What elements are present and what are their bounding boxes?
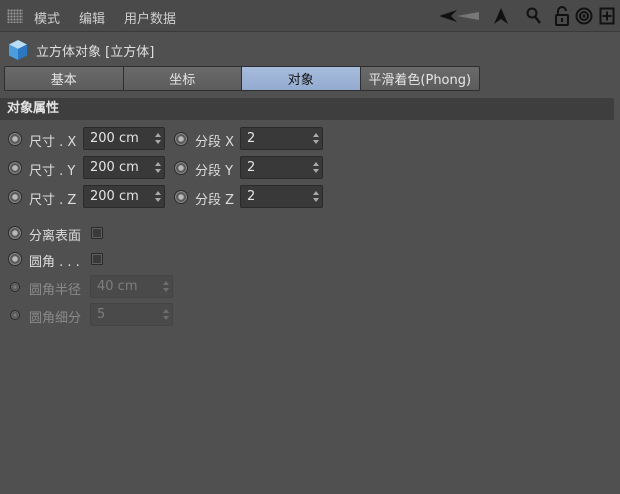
anim-toggle-segments-x[interactable] bbox=[174, 132, 188, 146]
fillet-checkbox[interactable] bbox=[91, 253, 103, 265]
object-header: 立方体对象 [立方体] bbox=[0, 37, 620, 63]
size-y-label: 尺寸 . Y bbox=[29, 164, 76, 179]
segments-z-input[interactable]: 2 bbox=[240, 185, 323, 208]
pointer-arrow-icon[interactable] bbox=[491, 6, 511, 26]
search-icon[interactable] bbox=[525, 6, 543, 26]
size-x-label: 尺寸 . X bbox=[29, 135, 77, 150]
tab-basic[interactable]: 基本 bbox=[5, 67, 124, 90]
anim-toggle-size-x[interactable] bbox=[8, 132, 22, 146]
size-z-value: 200 cm bbox=[90, 189, 139, 204]
separate-surfaces-checkbox[interactable] bbox=[91, 227, 103, 239]
tab-coordinates[interactable]: 坐标 bbox=[123, 67, 242, 90]
separate-surfaces-label: 分离表面 bbox=[29, 229, 82, 244]
segments-x-value: 2 bbox=[247, 131, 256, 146]
anim-toggle-size-z[interactable] bbox=[8, 190, 22, 204]
anim-toggle-segments-y[interactable] bbox=[174, 161, 188, 175]
fillet-subdivision-label: 圆角细分 bbox=[29, 311, 82, 326]
fillet-subdivision-input: 5 bbox=[90, 303, 173, 326]
anim-toggle-fillet-subdivision bbox=[10, 310, 20, 320]
tab-phong-shading[interactable]: 平滑着色(Phong) bbox=[360, 67, 479, 90]
stepper-icon[interactable] bbox=[313, 162, 319, 173]
attribute-tabs: 基本 坐标 对象 平滑着色(Phong) bbox=[4, 66, 480, 91]
stepper-icon[interactable] bbox=[155, 133, 161, 144]
size-z-label: 尺寸 . Z bbox=[29, 193, 77, 208]
size-x-input[interactable]: 200 cm bbox=[83, 127, 165, 150]
add-panel-icon[interactable] bbox=[598, 6, 616, 26]
target-icon[interactable] bbox=[574, 6, 594, 26]
fillet-radius-label: 圆角半径 bbox=[29, 283, 82, 298]
stepper-icon[interactable] bbox=[313, 133, 319, 144]
cube-icon bbox=[7, 39, 29, 61]
stepper-icon[interactable] bbox=[155, 162, 161, 173]
menu-user-data[interactable]: 用户数据 bbox=[124, 8, 176, 27]
object-title: 立方体对象 [立方体] bbox=[36, 45, 155, 60]
fillet-radius-input: 40 cm bbox=[90, 275, 173, 298]
fillet-radius-value: 40 cm bbox=[97, 279, 138, 294]
segments-z-value: 2 bbox=[247, 189, 256, 204]
grip-handle-icon[interactable] bbox=[7, 9, 23, 23]
menu-mode[interactable]: 模式 bbox=[34, 8, 60, 27]
unlock-icon[interactable] bbox=[553, 6, 571, 26]
segments-y-input[interactable]: 2 bbox=[240, 156, 323, 179]
anim-toggle-separate-surfaces[interactable] bbox=[8, 226, 22, 240]
fillet-label: 圆角 . . . bbox=[29, 255, 80, 270]
anim-toggle-fillet-radius bbox=[10, 282, 20, 292]
menu-edit[interactable]: 编辑 bbox=[79, 8, 105, 27]
anim-toggle-size-y[interactable] bbox=[8, 161, 22, 175]
stepper-icon[interactable] bbox=[155, 191, 161, 202]
stepper-icon bbox=[163, 281, 169, 292]
menu-bar: 模式 编辑 用户数据 bbox=[0, 0, 620, 32]
segments-x-input[interactable]: 2 bbox=[240, 127, 323, 150]
back-arrow-icon[interactable] bbox=[437, 6, 481, 26]
anim-toggle-segments-z[interactable] bbox=[174, 190, 188, 204]
segments-y-value: 2 bbox=[247, 160, 256, 175]
size-x-value: 200 cm bbox=[90, 131, 139, 146]
segments-x-label: 分段 X bbox=[195, 135, 235, 150]
size-y-value: 200 cm bbox=[90, 160, 139, 175]
segments-y-label: 分段 Y bbox=[195, 164, 234, 179]
size-y-input[interactable]: 200 cm bbox=[83, 156, 165, 179]
tab-object[interactable]: 对象 bbox=[242, 67, 361, 90]
anim-toggle-fillet[interactable] bbox=[8, 252, 22, 266]
stepper-icon bbox=[163, 309, 169, 320]
fillet-subdivision-value: 5 bbox=[97, 307, 106, 322]
segments-z-label: 分段 Z bbox=[195, 193, 235, 208]
size-z-input[interactable]: 200 cm bbox=[83, 185, 165, 208]
stepper-icon[interactable] bbox=[313, 191, 319, 202]
section-object-properties: 对象属性 bbox=[0, 98, 614, 120]
